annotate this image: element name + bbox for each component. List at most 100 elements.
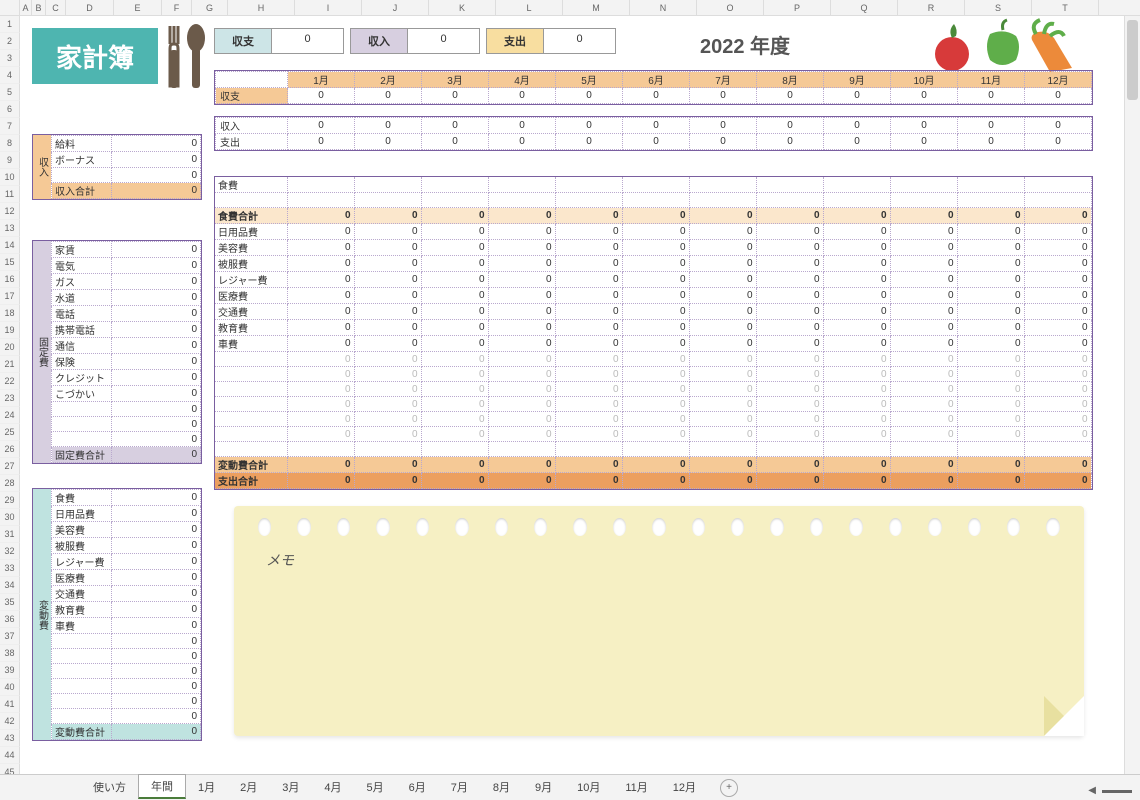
col-header-M[interactable]: M <box>563 0 630 15</box>
memo-holes <box>234 506 1084 536</box>
sheet-tab-1月[interactable]: 1月 <box>185 775 228 800</box>
row-header-31[interactable]: 31 <box>0 526 20 543</box>
row-header-32[interactable]: 32 <box>0 543 20 560</box>
row-header-28[interactable]: 28 <box>0 475 20 492</box>
row-header-40[interactable]: 40 <box>0 679 20 696</box>
side-income-table[interactable]: 収入給料0ボーナス00収入合計0 <box>32 134 202 200</box>
utensils-icon <box>164 22 208 94</box>
side-fixed-table[interactable]: 固定費家賃0電気0ガス0水道0電話0携帯電話0通信0保険0クレジット0こづかい0… <box>32 240 202 464</box>
col-header-F[interactable]: F <box>162 0 192 15</box>
sheet-tab-bar: 使い方年間1月2月3月4月5月6月7月8月9月10月11月12月 + ◀ ▬▬▬ <box>0 774 1140 800</box>
row-header-6[interactable]: 6 <box>0 101 20 118</box>
row-header-21[interactable]: 21 <box>0 356 20 373</box>
row-header-16[interactable]: 16 <box>0 271 20 288</box>
pill-expense-value[interactable]: 0 <box>543 29 615 53</box>
col-header-S[interactable]: S <box>965 0 1032 15</box>
sheet-tab-11月[interactable]: 11月 <box>612 775 660 800</box>
row-header-27[interactable]: 27 <box>0 458 20 475</box>
row-header-7[interactable]: 7 <box>0 118 20 135</box>
row-header-25[interactable]: 25 <box>0 424 20 441</box>
col-header-E[interactable]: E <box>114 0 162 15</box>
row-header-9[interactable]: 9 <box>0 152 20 169</box>
row-header-36[interactable]: 36 <box>0 611 20 628</box>
row-header-35[interactable]: 35 <box>0 594 20 611</box>
sheet-tab-2月[interactable]: 2月 <box>227 775 270 800</box>
row-header-8[interactable]: 8 <box>0 135 20 152</box>
pill-expense: 支出 0 <box>486 28 616 54</box>
sheet-tab-9月[interactable]: 9月 <box>522 775 565 800</box>
sheet-tab-年間[interactable]: 年間 <box>138 774 186 799</box>
row-header-43[interactable]: 43 <box>0 730 20 747</box>
col-header-C[interactable]: C <box>46 0 66 15</box>
col-header-R[interactable]: R <box>898 0 965 15</box>
sheet-tab-10月[interactable]: 10月 <box>564 775 613 800</box>
row-header-23[interactable]: 23 <box>0 390 20 407</box>
row-header-18[interactable]: 18 <box>0 305 20 322</box>
sheet-tab-4月[interactable]: 4月 <box>311 775 354 800</box>
row-header-33[interactable]: 33 <box>0 560 20 577</box>
col-header-H[interactable]: H <box>228 0 295 15</box>
row-header-39[interactable]: 39 <box>0 662 20 679</box>
row-header-30[interactable]: 30 <box>0 509 20 526</box>
sheet-tab-6月[interactable]: 6月 <box>396 775 439 800</box>
row-header-1[interactable]: 1 <box>0 16 20 33</box>
sheet-tab-5月[interactable]: 5月 <box>354 775 397 800</box>
year-title: 2022 年度 <box>700 30 790 59</box>
row-header-26[interactable]: 26 <box>0 441 20 458</box>
col-header-G[interactable]: G <box>192 0 228 15</box>
row-header-15[interactable]: 15 <box>0 254 20 271</box>
memo-pad[interactable]: メモ <box>234 506 1084 736</box>
col-header-N[interactable]: N <box>630 0 697 15</box>
pill-balance-value[interactable]: 0 <box>271 29 343 53</box>
row-header-12[interactable]: 12 <box>0 203 20 220</box>
col-header-J[interactable]: J <box>362 0 429 15</box>
tab-scroll-left-icon[interactable]: ◀ <box>1088 785 1096 796</box>
row-header-24[interactable]: 24 <box>0 407 20 424</box>
row-header-17[interactable]: 17 <box>0 288 20 305</box>
vertical-scrollbar[interactable] <box>1124 16 1140 774</box>
row-header-5[interactable]: 5 <box>0 84 20 101</box>
row-header-19[interactable]: 19 <box>0 322 20 339</box>
row-header-4[interactable]: 4 <box>0 67 20 84</box>
row-header-3[interactable]: 3 <box>0 50 20 67</box>
sheet-tab-8月[interactable]: 8月 <box>480 775 523 800</box>
row-header-34[interactable]: 34 <box>0 577 20 594</box>
tab-scroll-controls[interactable]: ◀ ▬▬▬ <box>1088 785 1132 796</box>
worksheet-canvas[interactable]: 家計簿 収支 0 収入 0 支出 <box>20 16 1140 774</box>
sheet-tab-使い方[interactable]: 使い方 <box>80 775 139 800</box>
col-header-D[interactable]: D <box>66 0 114 15</box>
row-header-22[interactable]: 22 <box>0 373 20 390</box>
sheet-tab-12月[interactable]: 12月 <box>660 775 709 800</box>
col-header-K[interactable]: K <box>429 0 496 15</box>
add-sheet-button[interactable]: + <box>720 779 738 797</box>
row-header-13[interactable]: 13 <box>0 220 20 237</box>
row-header-2[interactable]: 2 <box>0 33 20 50</box>
memo-title: メモ <box>266 550 294 570</box>
col-header-P[interactable]: P <box>764 0 831 15</box>
col-header-O[interactable]: O <box>697 0 764 15</box>
pill-income-value[interactable]: 0 <box>407 29 479 53</box>
income-expense-by-month-table[interactable]: 収入000000000000支出000000000000 <box>214 116 1093 151</box>
col-header-Q[interactable]: Q <box>831 0 898 15</box>
monthly-detail-table[interactable]: 食費食費合計000000000000日用品費000000000000美容費000… <box>214 176 1093 490</box>
row-header-14[interactable]: 14 <box>0 237 20 254</box>
tab-scroll-right-icon[interactable]: ▬▬▬ <box>1102 785 1132 796</box>
row-header-29[interactable]: 29 <box>0 492 20 509</box>
balance-by-month-table[interactable]: 1月2月3月4月5月6月7月8月9月10月11月12月収支00000000000… <box>214 70 1093 105</box>
col-header-B[interactable]: B <box>32 0 46 15</box>
row-header-11[interactable]: 11 <box>0 186 20 203</box>
sheet-tab-7月[interactable]: 7月 <box>438 775 481 800</box>
col-header-T[interactable]: T <box>1032 0 1099 15</box>
row-header-37[interactable]: 37 <box>0 628 20 645</box>
row-header-42[interactable]: 42 <box>0 713 20 730</box>
row-header-20[interactable]: 20 <box>0 339 20 356</box>
col-header-L[interactable]: L <box>496 0 563 15</box>
col-header-I[interactable]: I <box>295 0 362 15</box>
sheet-tab-3月[interactable]: 3月 <box>269 775 312 800</box>
row-header-44[interactable]: 44 <box>0 747 20 764</box>
side-variable-table[interactable]: 変動費食費0日用品費0美容費0被服費0レジャー費0医療費0交通費0教育費0車費0… <box>32 488 202 741</box>
row-header-41[interactable]: 41 <box>0 696 20 713</box>
col-header-A[interactable]: A <box>20 0 32 15</box>
row-header-38[interactable]: 38 <box>0 645 20 662</box>
row-header-10[interactable]: 10 <box>0 169 20 186</box>
